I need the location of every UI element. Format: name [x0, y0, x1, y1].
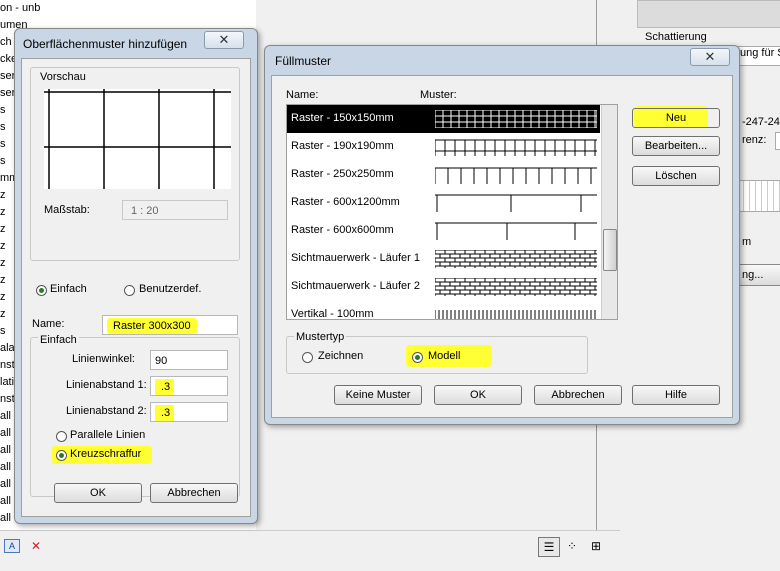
properties-fragment-label: renz: — [742, 134, 767, 146]
preview-label: Vorschau — [38, 71, 88, 83]
scroll-thumb[interactable] — [603, 229, 617, 271]
shading-label: Schattierung — [645, 31, 707, 43]
properties-input-edge[interactable] — [775, 132, 780, 150]
pattern-row[interactable]: Raster - 600x600mm — [287, 217, 600, 245]
status-bar: A ✕ ☰ ⁘ ⊞ — [0, 530, 620, 571]
pattern-preview — [435, 310, 596, 319]
simple-group-label: Einfach — [38, 334, 79, 346]
angle-label: Linienwinkel: — [72, 353, 135, 365]
spacing2-value: .3 — [155, 405, 175, 421]
edit-button[interactable]: Bearbeiten... — [632, 136, 720, 156]
delete-button[interactable]: Löschen — [632, 166, 720, 186]
add-surface-pattern-dialog: Oberflächenmuster hinzufügen ✕ Vorschau … — [14, 28, 258, 524]
new-button[interactable]: Neu — [632, 108, 720, 128]
cancel-button[interactable]: Abbrechen — [150, 483, 238, 503]
spacing1-label: Linienabstand 1: — [66, 379, 147, 391]
model-radio-label[interactable]: Modell — [428, 350, 460, 362]
pattern-name: Vertikal - 100mm — [291, 308, 374, 320]
spacing2-input[interactable]: .3 — [150, 402, 228, 422]
parallel-radio-label[interactable]: Parallele Linien — [70, 429, 145, 441]
scale-label: Maßstab: — [44, 204, 90, 216]
simple-radio-label[interactable]: Einfach — [50, 283, 87, 295]
spacing1-value: .3 — [155, 379, 175, 395]
properties-button[interactable]: ng... — [737, 264, 780, 286]
spacing2-label: Linienabstand 2: — [66, 405, 147, 417]
large-icons-icon[interactable]: ⊞ — [586, 537, 606, 555]
properties-fragment-unit: m — [742, 236, 752, 248]
list-view-icon[interactable]: ☰ — [538, 537, 560, 557]
pattern-column-header: Muster: — [420, 89, 457, 101]
properties-preview — [637, 0, 780, 28]
draw-radio[interactable] — [302, 352, 313, 363]
small-icons-icon[interactable]: ⁘ — [562, 537, 582, 555]
model-radio[interactable] — [412, 352, 423, 363]
scale-field: 1 : 20 — [122, 200, 228, 220]
text-icon[interactable]: A — [4, 539, 20, 553]
fill-patterns-dialog: Füllmuster ✕ Name: Muster: Raster - 150x… — [264, 45, 740, 425]
pattern-name: Raster - 600x1200mm — [291, 196, 400, 208]
pattern-row[interactable]: Raster - 250x250mm — [287, 161, 600, 189]
pattern-preview — [435, 167, 597, 184]
custom-radio[interactable] — [124, 285, 135, 296]
pattern-name: Raster - 600x600mm — [291, 224, 394, 236]
pattern-preview — [435, 278, 597, 296]
pattern-name: Raster - 190x190mm — [291, 140, 394, 152]
tree-item[interactable]: on - unbewehrt — [0, 0, 40, 16]
no-pattern-button[interactable]: Keine Muster — [334, 385, 422, 405]
draw-radio-label[interactable]: Zeichnen — [318, 350, 363, 362]
dialog-body: Name: Muster: Raster - 150x150mm Raster -… — [271, 75, 733, 418]
ok-button[interactable]: OK — [54, 483, 142, 503]
pattern-name: Sichtmauerwerk - Läufer 1 — [291, 252, 420, 264]
dialog-body: Vorschau Maßstab: 1 : 20 Einfach Benutze… — [21, 58, 251, 517]
preview-canvas — [44, 89, 231, 189]
name-label: Name: — [32, 318, 65, 330]
name-column-header: Name: — [286, 89, 319, 101]
ok-button[interactable]: OK — [434, 385, 522, 405]
pattern-preview — [435, 110, 597, 128]
simple-radio[interactable] — [36, 285, 47, 296]
help-button[interactable]: Hilfe — [632, 385, 720, 405]
pattern-list[interactable]: Raster - 150x150mm Raster - 190x190mm Rast… — [286, 104, 618, 320]
close-icon[interactable]: ✕ — [204, 31, 244, 49]
pattern-type-label: Mustertyp — [294, 331, 347, 343]
pattern-row[interactable]: Sichtmauerwerk - Läufer 1 — [287, 245, 600, 273]
properties-fragment-value: -247-247 — [742, 116, 780, 128]
parallel-radio[interactable] — [56, 431, 67, 442]
pattern-preview — [435, 222, 597, 240]
properties-field[interactable]: ung für S — [737, 46, 780, 66]
name-input-value: Raster 300x300 — [107, 318, 197, 334]
dialog-title: Füllmuster — [275, 54, 332, 68]
custom-radio-label[interactable]: Benutzerdef. — [139, 283, 201, 295]
close-icon[interactable]: ✕ — [690, 48, 730, 66]
pattern-row[interactable]: Raster - 190x190mm — [287, 133, 600, 161]
pattern-row[interactable]: Raster - 600x1200mm — [287, 189, 600, 217]
list-scrollbar[interactable] — [601, 105, 617, 319]
angle-input[interactable]: 90 — [150, 350, 228, 370]
cancel-button[interactable]: Abbrechen — [534, 385, 622, 405]
pattern-name: Raster - 250x250mm — [291, 168, 394, 180]
crosshatch-radio[interactable] — [56, 450, 67, 461]
pattern-name: Sichtmauerwerk - Läufer 2 — [291, 280, 420, 292]
pattern-preview — [435, 194, 597, 212]
dialog-title: Oberflächenmuster hinzufügen — [23, 37, 188, 51]
pattern-preview — [435, 139, 597, 156]
crosshatch-radio-label[interactable]: Kreuzschraffur — [70, 448, 141, 460]
pattern-preview — [435, 250, 597, 268]
pattern-row[interactable]: Sichtmauerwerk - Läufer 2 — [287, 273, 600, 301]
pattern-row[interactable]: Raster - 150x150mm — [287, 105, 600, 133]
pattern-row[interactable]: Vertikal - 100mm — [287, 301, 600, 320]
delete-icon[interactable]: ✕ — [26, 537, 46, 555]
spacing1-input[interactable]: .3 — [150, 376, 228, 396]
name-input[interactable]: Raster 300x300 — [102, 315, 238, 335]
pattern-name: Raster - 150x150mm — [291, 112, 394, 124]
properties-swatch — [737, 180, 780, 212]
